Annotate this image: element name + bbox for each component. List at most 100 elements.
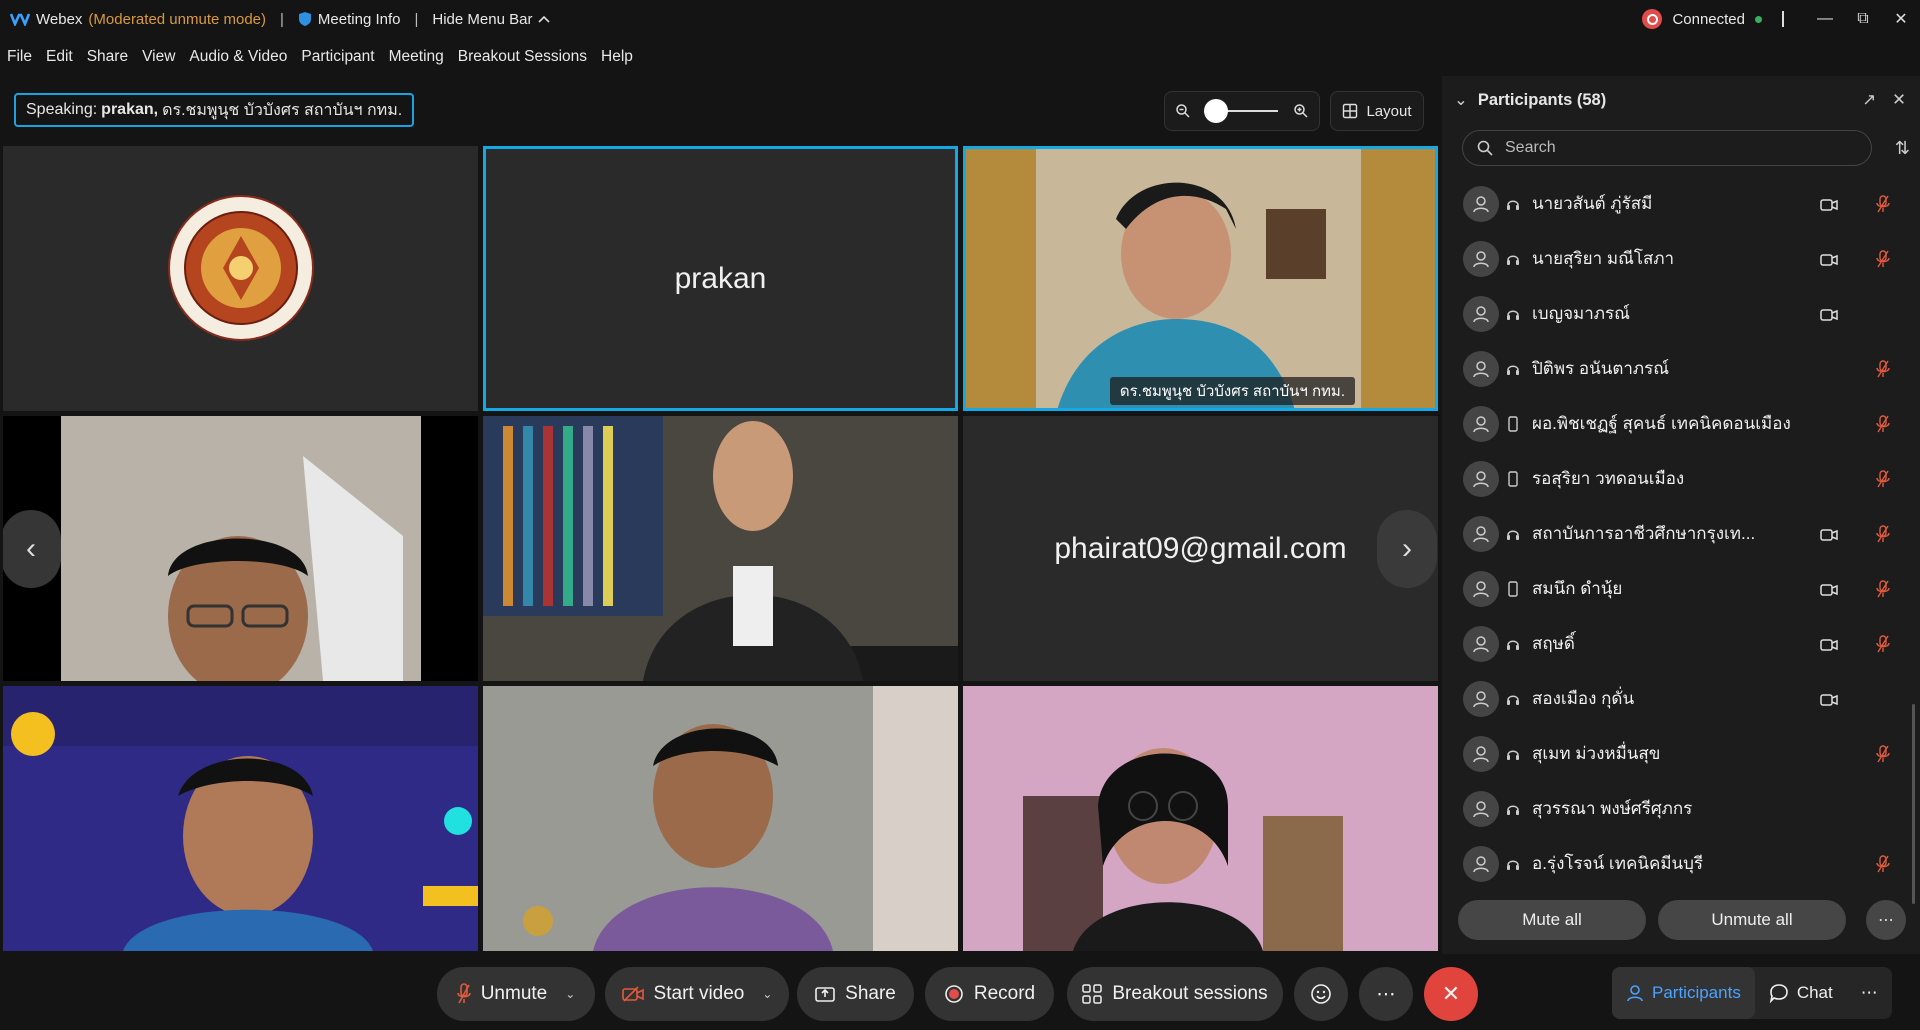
microphone-muted-icon[interactable] [1876, 249, 1890, 268]
participant-row[interactable]: สถาบันการอาชีวศึกษากรุงเท... [1442, 506, 1920, 561]
sort-icon[interactable]: ⇅ [1895, 138, 1910, 159]
avatar-icon [1463, 240, 1499, 277]
pop-out-icon[interactable]: ↗ [1862, 90, 1876, 110]
participant-video-image [61, 416, 421, 681]
participant-row[interactable]: สุเมท ม่วงหมื่นสุข [1442, 726, 1920, 781]
prev-page-button[interactable]: ‹ [3, 510, 61, 588]
speaking-indicator: Speaking: prakan, ดร.ชมพูนุช บัวบังศร สถ… [14, 93, 415, 127]
microphone-muted-icon[interactable] [1876, 524, 1890, 543]
participant-row[interactable]: นายวสันต์ ภู่รัสมี [1442, 176, 1920, 231]
webex-logo-icon [10, 13, 30, 26]
participant-name: อ.รุ่งโรจน์ เทคนิคมีนบุรี [1532, 854, 1704, 873]
participant-row[interactable]: เบญจมาภรณ์ [1442, 286, 1920, 341]
video-tile-bookshelf[interactable] [483, 416, 958, 681]
video-tile-prakan[interactable]: prakan [483, 146, 958, 411]
next-page-button[interactable]: › [1377, 510, 1437, 588]
unmute-label: Unmute [480, 983, 548, 1004]
record-button[interactable]: Record [925, 967, 1054, 1021]
video-tile-college[interactable] [3, 686, 478, 951]
video-tile-man[interactable] [483, 686, 958, 951]
share-button[interactable]: Share [797, 967, 914, 1021]
mobile-device-icon [1504, 470, 1522, 488]
participant-row[interactable]: อ.รุ่งโรจน์ เทคนิคมีนบุรี [1442, 836, 1920, 891]
close-icon: ✕ [1441, 981, 1461, 1006]
participant-row[interactable]: สองเมือง กุดั่น [1442, 671, 1920, 726]
unmute-button[interactable]: Unmute ⌄ [437, 967, 595, 1021]
computer-audio-icon [1504, 745, 1522, 763]
zoom-slider-knob[interactable] [1204, 99, 1228, 123]
video-tile-car[interactable]: ‹ [3, 416, 478, 681]
menu-meeting[interactable]: Meeting [389, 48, 444, 66]
menu-view[interactable]: View [142, 48, 175, 66]
participants-panel-title: Participants (58) [1477, 90, 1607, 109]
menu-help[interactable]: Help [601, 48, 633, 66]
video-tile-logo[interactable] [3, 146, 478, 411]
menu-breakout-sessions[interactable]: Breakout Sessions [458, 48, 587, 66]
participant-row[interactable]: สมนึก ดำนุ้ย [1442, 561, 1920, 616]
video-tile-speaker[interactable]: ดร.ชมพูนุช บัวบังศร สถาบันฯ กทม. [963, 146, 1438, 411]
microphone-muted-icon[interactable] [1876, 579, 1890, 598]
participant-list-scrollbar[interactable] [1912, 704, 1915, 904]
zoom-in-icon[interactable] [1293, 103, 1309, 119]
app-name: Webex [36, 10, 83, 28]
meeting-info-button[interactable]: Meeting Info [298, 11, 400, 28]
start-video-button[interactable]: Start video ⌄ [605, 967, 789, 1021]
participant-row[interactable]: ผอ.พิชเชฏฐ์ สุคนธ์ เทคนิคดอนเมือง [1442, 396, 1920, 451]
microphone-muted-icon[interactable] [1876, 854, 1890, 873]
chevron-down-icon[interactable]: ⌄ [1454, 90, 1468, 110]
panel-header-actions: ↗ ✕ [1862, 90, 1906, 110]
menu-edit[interactable]: Edit [46, 48, 73, 66]
microphone-muted-icon[interactable] [1876, 744, 1890, 763]
restore-button[interactable]: ⧉ [1844, 0, 1882, 38]
mute-all-button[interactable]: Mute all [1458, 900, 1646, 940]
chat-toggle-button[interactable]: Chat [1755, 967, 1847, 1019]
minimize-button[interactable]: — [1806, 0, 1844, 38]
connection-status: Connected [1672, 10, 1745, 28]
participants-toggle-label: Participants [1652, 983, 1741, 1002]
menu-share[interactable]: Share [87, 48, 128, 66]
participant-row[interactable]: ปิติพร อนันตาภรณ์ [1442, 341, 1920, 396]
microphone-muted-icon[interactable] [1876, 634, 1890, 653]
microphone-muted-icon[interactable] [1876, 414, 1890, 433]
microphone-muted-icon[interactable] [1876, 359, 1890, 378]
video-tile-woman[interactable] [963, 686, 1438, 951]
participant-row[interactable]: นายสุริยา มณีโสภา [1442, 231, 1920, 286]
chevron-down-icon[interactable]: ⌄ [762, 987, 772, 1001]
microphone-muted-icon[interactable] [1876, 469, 1890, 488]
microphone-muted-icon[interactable] [1876, 194, 1890, 213]
leave-meeting-button[interactable]: ✕ [1424, 967, 1478, 1021]
close-window-button[interactable]: ✕ [1882, 0, 1920, 38]
breakout-sessions-button[interactable]: Breakout sessions [1067, 967, 1283, 1021]
menu-file[interactable]: File [7, 48, 32, 66]
panel-more-button[interactable]: ⋯ [1866, 900, 1906, 940]
participant-row[interactable]: รอสุริยา วทดอนเมือง [1442, 451, 1920, 506]
close-icon[interactable]: ✕ [1892, 90, 1906, 110]
menu-participant[interactable]: Participant [301, 48, 374, 66]
layout-button[interactable]: Layout [1330, 91, 1424, 131]
menu-audio-video[interactable]: Audio & Video [189, 48, 287, 66]
reactions-button[interactable] [1294, 967, 1348, 1021]
zoom-out-icon[interactable] [1175, 103, 1191, 119]
chevron-down-icon[interactable]: ⌄ [565, 987, 575, 1001]
participant-row[interactable]: สฤษดิ์ [1442, 616, 1920, 671]
computer-audio-icon [1504, 250, 1522, 268]
computer-audio-icon [1504, 305, 1522, 323]
video-camera-icon [1820, 693, 1838, 706]
unmute-all-button[interactable]: Unmute all [1658, 900, 1846, 940]
more-options-button[interactable]: ⋯ [1359, 967, 1413, 1021]
participant-email: phairat09@gmail.com [1054, 531, 1347, 565]
participant-row[interactable]: สุวรรณา พงษ์ศรีศุภกร [1442, 781, 1920, 836]
video-tile-email[interactable]: phairat09@gmail.com › [963, 416, 1438, 681]
participant-search-input[interactable]: Search [1462, 130, 1872, 166]
hide-menu-bar-button[interactable]: Hide Menu Bar [432, 11, 551, 28]
video-camera-icon [1820, 198, 1838, 211]
start-video-label: Start video [653, 983, 745, 1004]
zoom-slider[interactable] [1204, 99, 1278, 123]
video-zoom-control [1164, 91, 1320, 131]
more-panels-button[interactable]: ⋯ [1847, 967, 1892, 1019]
participant-name: สถาบันการอาชีวศึกษากรุงเท... [1532, 524, 1756, 543]
computer-audio-icon [1504, 855, 1522, 873]
chat-icon [1769, 984, 1788, 1003]
participants-toggle-button[interactable]: Participants [1612, 967, 1755, 1019]
grid-layout-icon [1343, 103, 1358, 119]
